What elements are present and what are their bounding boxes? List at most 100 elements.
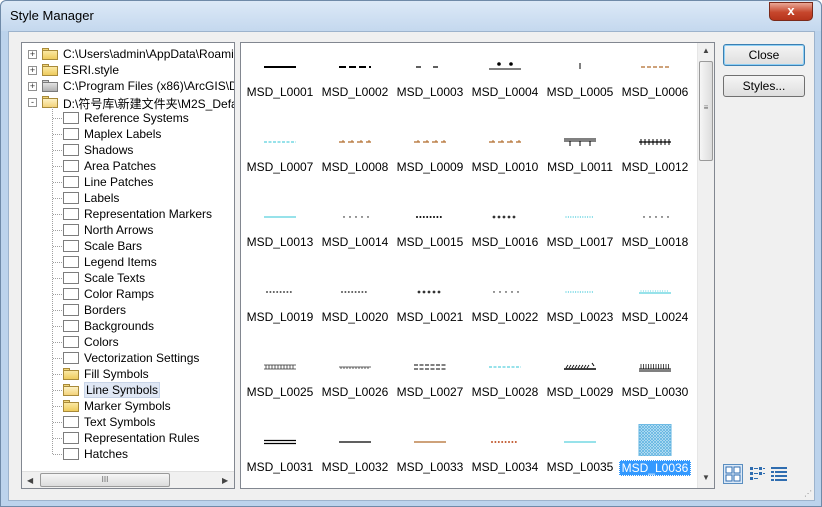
list-view-icon[interactable] <box>747 464 767 484</box>
styles-button[interactable]: Styles... <box>723 75 805 97</box>
symbol-item[interactable]: MSD_L0014 <box>319 197 391 263</box>
symbol-item[interactable]: MSD_L0032 <box>319 422 391 488</box>
tree-connector-line <box>53 166 62 167</box>
window-close-icon[interactable]: x <box>769 2 813 21</box>
tree-root-item[interactable]: - D:\符号库\新建文件夹\M2S_Defa <box>22 94 234 111</box>
symbol-item[interactable]: MSD_L0033 <box>394 422 466 488</box>
symbol-grid[interactable]: ▲ ≡ ▼ MSD_L0001 MSD_L0002 MSD_L0003 MSD_L00… <box>240 42 715 489</box>
symbol-item[interactable]: MSD_L0006 <box>619 47 691 113</box>
tree-child-item[interactable]: Representation Rules <box>22 430 234 446</box>
symbol-item[interactable]: MSD_L0011 <box>544 122 616 188</box>
tree-child-item[interactable]: Marker Symbols <box>22 398 234 414</box>
tree-child-item[interactable]: Fill Symbols <box>22 366 234 382</box>
tree-child-item[interactable]: Representation Markers <box>22 206 234 222</box>
large-icons-view-icon[interactable] <box>723 464 743 484</box>
symbol-item[interactable]: MSD_L0021 <box>394 272 466 338</box>
tree-child-item[interactable]: North Arrows <box>22 222 234 238</box>
symbol-item[interactable]: MSD_L0015 <box>394 197 466 263</box>
symbol-name: MSD_L0002 <box>321 85 389 99</box>
expand-icon[interactable]: + <box>28 82 37 91</box>
resize-grip-icon[interactable]: ⋰ <box>804 489 812 498</box>
symbol-item[interactable]: MSD_L0029 <box>544 347 616 413</box>
symbol-name: MSD_L0008 <box>321 160 389 174</box>
symbol-item[interactable]: MSD_L0018 <box>619 197 691 263</box>
window-title: Style Manager <box>10 8 94 23</box>
tree-child-item[interactable]: Borders <box>22 302 234 318</box>
symbol-item[interactable]: MSD_L0023 <box>544 272 616 338</box>
line-symbol-preview <box>639 139 671 145</box>
symbol-item[interactable]: MSD_L0001 <box>244 47 316 113</box>
symbol-item[interactable]: MSD_L0030 <box>619 347 691 413</box>
line-symbol-preview <box>414 140 446 143</box>
tree-child-item[interactable]: Scale Texts <box>22 270 234 286</box>
tree-child-item[interactable]: Reference Systems <box>22 110 234 126</box>
tree-child-item[interactable]: Shadows <box>22 142 234 158</box>
close-button[interactable]: Close <box>723 44 805 66</box>
symbol-item[interactable]: MSD_L0016 <box>469 197 541 263</box>
style-folder-icon <box>63 160 79 172</box>
grid-vertical-scrollbar[interactable]: ▲ ≡ ▼ <box>697 43 714 488</box>
symbol-item[interactable]: MSD_L0035 <box>544 422 616 488</box>
symbol-name: MSD_L0034 <box>471 460 539 474</box>
expand-icon[interactable]: + <box>28 50 37 59</box>
symbol-item[interactable]: MSD_L0010 <box>469 122 541 188</box>
symbol-name: MSD_L0004 <box>471 85 539 99</box>
tree-child-item[interactable]: Colors <box>22 334 234 350</box>
tree-root-item[interactable]: + C:\Users\admin\AppData\Roaming <box>22 46 234 62</box>
scroll-left-icon[interactable]: ◀ <box>27 476 33 485</box>
symbol-item[interactable]: MSD_L0008 <box>319 122 391 188</box>
symbol-name: MSD_L0035 <box>546 460 614 474</box>
symbol-name: MSD_L0017 <box>546 235 614 249</box>
symbol-item[interactable]: MSD_L0004 <box>469 47 541 113</box>
symbol-item[interactable]: MSD_L0031 <box>244 422 316 488</box>
symbol-item[interactable]: MSD_L0026 <box>319 347 391 413</box>
tree-child-item[interactable]: Maplex Labels <box>22 126 234 142</box>
style-tree-view[interactable]: ◀ III ▶ + C:\Users\admin\AppData\Roaming +… <box>21 42 235 489</box>
line-symbol-preview <box>416 66 444 68</box>
symbol-item[interactable]: MSD_L0025 <box>244 347 316 413</box>
symbol-item[interactable]: MSD_L0034 <box>469 422 541 488</box>
symbol-item[interactable]: MSD_L0013 <box>244 197 316 263</box>
symbol-name: MSD_L0013 <box>246 235 314 249</box>
symbol-item[interactable]: MSD_L0024 <box>619 272 691 338</box>
tree-item-label: Shadows <box>84 143 134 157</box>
tree-root-item[interactable]: + C:\Program Files (x86)\ArcGIS\Desl <box>22 78 234 94</box>
tree-connector-line <box>53 454 62 455</box>
tree-child-item[interactable]: Backgrounds <box>22 318 234 334</box>
tree-child-item[interactable]: Hatches <box>22 446 234 462</box>
symbol-item[interactable]: MSD_L0020 <box>319 272 391 338</box>
collapse-icon[interactable]: - <box>28 98 37 107</box>
tree-child-item[interactable]: Line Patches <box>22 174 234 190</box>
grid-scroll-thumb[interactable]: ≡ <box>699 61 713 161</box>
symbol-item[interactable]: MSD_L0036 <box>619 422 691 488</box>
tree-horizontal-scrollbar[interactable]: ◀ III ▶ <box>22 471 234 488</box>
tree-child-item[interactable]: Text Symbols <box>22 414 234 430</box>
symbol-item[interactable]: MSD_L0022 <box>469 272 541 338</box>
tree-child-item[interactable]: Area Patches <box>22 158 234 174</box>
symbol-item[interactable]: MSD_L0005 <box>544 47 616 113</box>
tree-child-item[interactable]: Labels <box>22 190 234 206</box>
symbol-item[interactable]: MSD_L0012 <box>619 122 691 188</box>
scroll-right-icon[interactable]: ▶ <box>222 476 228 485</box>
details-view-icon[interactable] <box>769 464 789 484</box>
symbol-item[interactable]: MSD_L0019 <box>244 272 316 338</box>
tree-child-item[interactable]: Scale Bars <box>22 238 234 254</box>
tree-child-item[interactable]: Vectorization Settings <box>22 350 234 366</box>
style-folder-icon <box>63 272 79 284</box>
tree-child-item[interactable]: Legend Items <box>22 254 234 270</box>
symbol-item[interactable]: MSD_L0003 <box>394 47 466 113</box>
scroll-up-icon[interactable]: ▲ <box>702 46 710 55</box>
tree-scroll-thumb[interactable]: III <box>40 473 170 487</box>
symbol-item[interactable]: MSD_L0009 <box>394 122 466 188</box>
title-bar[interactable]: Style Manager x <box>1 1 821 31</box>
symbol-item[interactable]: MSD_L0027 <box>394 347 466 413</box>
tree-child-item[interactable]: Color Ramps <box>22 286 234 302</box>
scroll-down-icon[interactable]: ▼ <box>702 473 710 482</box>
symbol-item[interactable]: MSD_L0028 <box>469 347 541 413</box>
symbol-item[interactable]: MSD_L0017 <box>544 197 616 263</box>
symbol-item[interactable]: MSD_L0002 <box>319 47 391 113</box>
expand-icon[interactable]: + <box>28 66 37 75</box>
symbol-item[interactable]: MSD_L0007 <box>244 122 316 188</box>
tree-root-item[interactable]: + ESRI.style <box>22 62 234 78</box>
tree-child-item[interactable]: Line Symbols <box>22 382 234 398</box>
